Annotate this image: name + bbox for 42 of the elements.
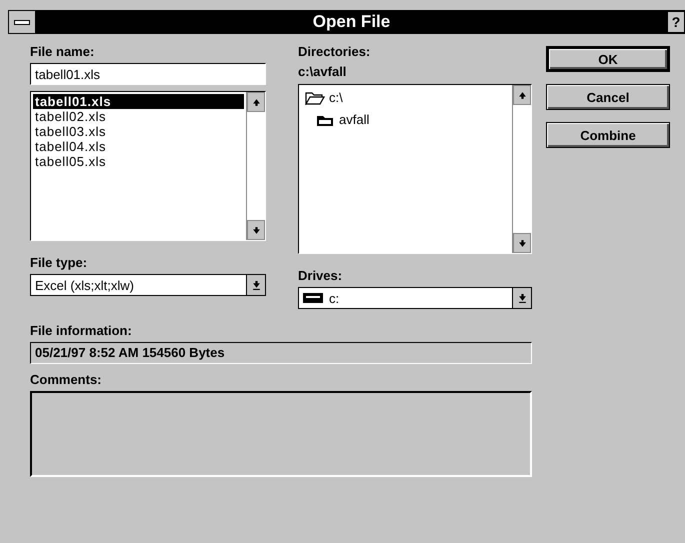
directories-label: Directories: bbox=[298, 44, 370, 59]
scroll-down-button[interactable] bbox=[247, 220, 265, 240]
file-name-field[interactable]: tabell01.xls bbox=[30, 63, 266, 85]
file-type-label: File type: bbox=[30, 255, 88, 270]
file-name-label: File name: bbox=[30, 44, 94, 59]
down-arrow-icon bbox=[518, 238, 526, 248]
file-item[interactable]: tabell04.xls bbox=[33, 139, 244, 154]
file-type-dropdown[interactable]: Excel (xls;xlt;xlw) bbox=[30, 274, 266, 296]
comments-field[interactable] bbox=[30, 391, 532, 477]
dropdown-button[interactable] bbox=[512, 288, 531, 308]
down-arrow-icon bbox=[518, 294, 526, 302]
down-arrow-icon bbox=[252, 280, 260, 290]
window-title: Open File bbox=[312, 12, 392, 32]
comments-label: Comments: bbox=[30, 372, 102, 387]
folder-icon bbox=[315, 113, 335, 127]
down-arrow-icon bbox=[252, 226, 260, 234]
directory-item[interactable]: c:\ bbox=[329, 89, 343, 107]
file-information-label: File information: bbox=[30, 323, 132, 338]
system-menu-button[interactable] bbox=[8, 10, 36, 34]
drives-label: Drives: bbox=[298, 268, 342, 283]
file-item[interactable]: tabell02.xls bbox=[33, 109, 244, 124]
scroll-down-button[interactable] bbox=[513, 233, 531, 253]
scroll-up-button[interactable] bbox=[247, 92, 265, 112]
directory-list[interactable]: c:\ avfall bbox=[298, 84, 532, 254]
scroll-up-button[interactable] bbox=[513, 85, 531, 105]
file-item[interactable]: tabell03.xls bbox=[33, 124, 244, 139]
file-information-field: 05/21/97 8:52 AM 154560 Bytes bbox=[30, 342, 532, 364]
open-folder-icon bbox=[305, 91, 325, 105]
dialog-button[interactable]: Cancel bbox=[546, 84, 670, 110]
current-path: c:\avfall bbox=[298, 63, 346, 81]
file-item[interactable]: tabell05.xls bbox=[33, 154, 244, 169]
dialog-button[interactable]: OK bbox=[546, 46, 670, 72]
directory-item[interactable]: avfall bbox=[339, 111, 370, 129]
file-item[interactable]: tabell01.xls bbox=[33, 94, 244, 109]
drive-icon bbox=[303, 293, 323, 303]
drives-dropdown[interactable]: c: bbox=[298, 287, 532, 309]
dropdown-button[interactable] bbox=[246, 275, 265, 295]
up-arrow-icon bbox=[518, 90, 526, 100]
help-button[interactable]: ? bbox=[667, 11, 685, 33]
up-arrow-icon bbox=[252, 98, 260, 106]
dialog-button[interactable]: Combine bbox=[546, 122, 670, 148]
file-list[interactable]: tabell01.xls tabell02.xls tabell03.xls tabell04.xls tabell05.xls bbox=[30, 91, 266, 241]
